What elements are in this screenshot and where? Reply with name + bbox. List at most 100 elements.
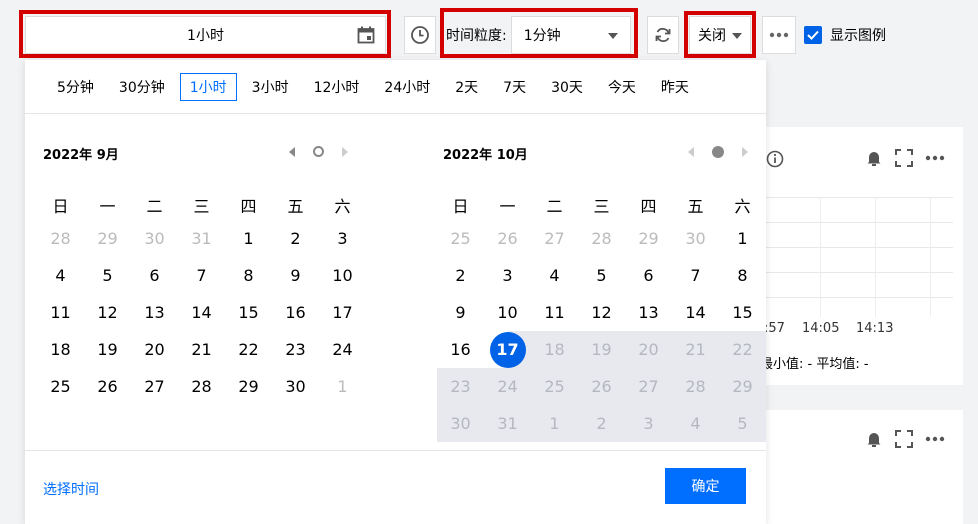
calendar-day[interactable]: 15 <box>719 294 766 331</box>
checkbox-checked[interactable] <box>804 26 822 44</box>
calendar-day[interactable]: 5 <box>84 257 131 294</box>
calendar-day-outside[interactable]: 28 <box>578 220 625 257</box>
calendar-day[interactable]: 6 <box>131 257 178 294</box>
calendar-day-disabled[interactable]: 4 <box>672 405 719 442</box>
calendar-day[interactable]: 22 <box>225 331 272 368</box>
calendar-day-disabled[interactable]: 29 <box>719 368 766 405</box>
calendar-day[interactable]: 10 <box>484 294 531 331</box>
calendar-day[interactable]: 30 <box>272 368 319 405</box>
calendar-day[interactable]: 2 <box>437 257 484 294</box>
calendar-day-disabled[interactable]: 1 <box>531 405 578 442</box>
calendar-day-disabled[interactable]: 23 <box>437 368 484 405</box>
calendar-day[interactable]: 14 <box>178 294 225 331</box>
calendar-day[interactable]: 12 <box>84 294 131 331</box>
calendar-day-outside[interactable]: 1 <box>319 368 366 405</box>
calendar-day[interactable]: 7 <box>672 257 719 294</box>
calendar-day-disabled[interactable]: 2 <box>578 405 625 442</box>
calendar-day[interactable]: 21 <box>178 331 225 368</box>
calendar-day[interactable]: 28 <box>178 368 225 405</box>
calendar-day-outside[interactable]: 29 <box>625 220 672 257</box>
more-icon[interactable] <box>925 155 945 161</box>
quick-range-item[interactable]: 3小时 <box>242 73 299 101</box>
calendar-day[interactable]: 15 <box>225 294 272 331</box>
calendar-day-outside[interactable]: 25 <box>437 220 484 257</box>
calendar-day-outside[interactable]: 27 <box>531 220 578 257</box>
calendar-day-disabled[interactable]: 3 <box>625 405 672 442</box>
fullscreen-icon[interactable] <box>895 430 913 448</box>
quick-range-item[interactable]: 今天 <box>598 73 646 101</box>
quick-range-item[interactable]: 昨天 <box>651 73 699 101</box>
quick-range-item[interactable]: 24小时 <box>374 73 440 101</box>
calendar-day[interactable]: 4 <box>531 257 578 294</box>
calendar-day[interactable]: 16 <box>272 294 319 331</box>
calendar-day[interactable]: 8 <box>719 257 766 294</box>
calendar-day[interactable]: 9 <box>437 294 484 331</box>
prev-month-icon[interactable] <box>289 146 295 157</box>
calendar-day[interactable]: 20 <box>131 331 178 368</box>
calendar-day[interactable]: 27 <box>131 368 178 405</box>
calendar-day[interactable]: 13 <box>625 294 672 331</box>
calendar-day[interactable]: 12 <box>578 294 625 331</box>
calendar-day[interactable]: 16 <box>437 331 484 368</box>
calendar-day[interactable]: 1 <box>225 220 272 257</box>
calendar-day[interactable]: 24 <box>319 331 366 368</box>
calendar-day-disabled[interactable]: 19 <box>578 331 625 368</box>
quick-range-item[interactable]: 1小时 <box>179 72 237 101</box>
calendar-day[interactable]: 19 <box>84 331 131 368</box>
calendar-day[interactable]: 26 <box>84 368 131 405</box>
quick-range-item[interactable]: 5分钟 <box>47 73 104 101</box>
calendar-day[interactable]: 1 <box>719 220 766 257</box>
calendar-day[interactable]: 2 <box>272 220 319 257</box>
calendar-day-disabled[interactable]: 28 <box>672 368 719 405</box>
calendar-day-disabled[interactable]: 24 <box>484 368 531 405</box>
calendar-day[interactable]: 3 <box>484 257 531 294</box>
calendar-day-selected[interactable]: 17 <box>484 331 531 368</box>
calendar-day-disabled[interactable]: 25 <box>531 368 578 405</box>
calendar-day[interactable]: 14 <box>672 294 719 331</box>
calendar-day-outside[interactable]: 29 <box>84 220 131 257</box>
calendar-day[interactable]: 5 <box>578 257 625 294</box>
calendar-day[interactable]: 4 <box>37 257 84 294</box>
next-month-icon[interactable] <box>742 147 748 157</box>
prev-month-icon[interactable] <box>688 147 694 157</box>
calendar-day[interactable]: 23 <box>272 331 319 368</box>
bell-icon[interactable] <box>865 430 883 448</box>
select-time-link[interactable]: 选择时间 <box>43 479 99 499</box>
quick-range-item[interactable]: 2天 <box>445 73 488 101</box>
calendar-day-outside[interactable]: 30 <box>672 220 719 257</box>
quick-range-item[interactable]: 12小时 <box>304 73 370 101</box>
calendar-day[interactable]: 11 <box>37 294 84 331</box>
calendar-day[interactable]: 11 <box>531 294 578 331</box>
quick-range-item[interactable]: 30天 <box>541 73 593 101</box>
calendar-day[interactable]: 9 <box>272 257 319 294</box>
calendar-day[interactable]: 6 <box>625 257 672 294</box>
calendar-day-disabled[interactable]: 26 <box>578 368 625 405</box>
calendar-day[interactable]: 29 <box>225 368 272 405</box>
calendar-day-disabled[interactable]: 18 <box>531 331 578 368</box>
quick-range-item[interactable]: 7天 <box>493 73 536 101</box>
calendar-day-disabled[interactable]: 5 <box>719 405 766 442</box>
calendar-day[interactable]: 18 <box>37 331 84 368</box>
time-picker-button[interactable] <box>404 16 436 54</box>
current-month-dot-icon[interactable] <box>313 146 324 157</box>
quick-range-item[interactable]: 30分钟 <box>109 73 175 101</box>
calendar-day-disabled[interactable]: 31 <box>484 405 531 442</box>
calendar-day-disabled[interactable]: 27 <box>625 368 672 405</box>
show-legend-toggle[interactable]: 显示图例 <box>804 25 886 45</box>
calendar-day[interactable]: 13 <box>131 294 178 331</box>
fullscreen-icon[interactable] <box>895 149 913 167</box>
next-month-icon[interactable] <box>342 146 348 157</box>
calendar-day-outside[interactable]: 30 <box>131 220 178 257</box>
more-options-button[interactable] <box>762 16 796 54</box>
calendar-day-outside[interactable]: 26 <box>484 220 531 257</box>
calendar-day-disabled[interactable]: 20 <box>625 331 672 368</box>
refresh-button[interactable] <box>647 16 679 54</box>
calendar-day[interactable]: 10 <box>319 257 366 294</box>
calendar-day-disabled[interactable]: 21 <box>672 331 719 368</box>
calendar-day-disabled[interactable]: 22 <box>719 331 766 368</box>
calendar-day[interactable]: 7 <box>178 257 225 294</box>
confirm-button[interactable]: 确定 <box>665 468 746 504</box>
calendar-day-disabled[interactable]: 30 <box>437 405 484 442</box>
bell-icon[interactable] <box>865 149 883 167</box>
calendar-day[interactable]: 17 <box>319 294 366 331</box>
